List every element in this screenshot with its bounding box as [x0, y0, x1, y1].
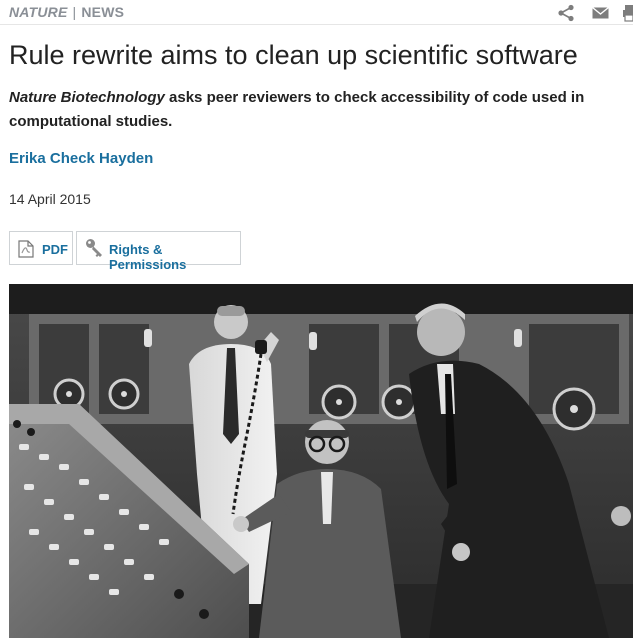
pdf-icon: [18, 240, 34, 261]
article-photo: [9, 284, 633, 638]
rights-label: Rights & Permissions: [109, 242, 187, 272]
standfirst-journal: Nature Biotechnology: [9, 89, 165, 106]
print-icon[interactable]: [623, 4, 633, 22]
publish-date: 14 April 2015: [9, 191, 91, 207]
pdf-label: PDF: [42, 242, 68, 257]
breadcrumb-section[interactable]: NEWS: [81, 4, 124, 20]
article-title: Rule rewrite aims to clean up scientific…: [9, 40, 578, 70]
breadcrumb-journal[interactable]: NATURE: [9, 4, 68, 20]
top-bar: NATURE | NEWS: [0, 0, 633, 25]
rights-permissions-button[interactable]: Rights & Permissions: [76, 231, 241, 272]
breadcrumb: NATURE | NEWS: [9, 4, 124, 20]
key-icon: [85, 238, 105, 261]
breadcrumb-separator: |: [72, 4, 77, 20]
article-standfirst: Nature Biotechnology asks peer reviewers…: [9, 86, 619, 134]
author-link[interactable]: Erika Check Hayden: [9, 150, 153, 167]
share-icon[interactable]: [557, 4, 575, 22]
pdf-button[interactable]: PDF: [9, 231, 73, 265]
email-icon[interactable]: [592, 4, 609, 22]
